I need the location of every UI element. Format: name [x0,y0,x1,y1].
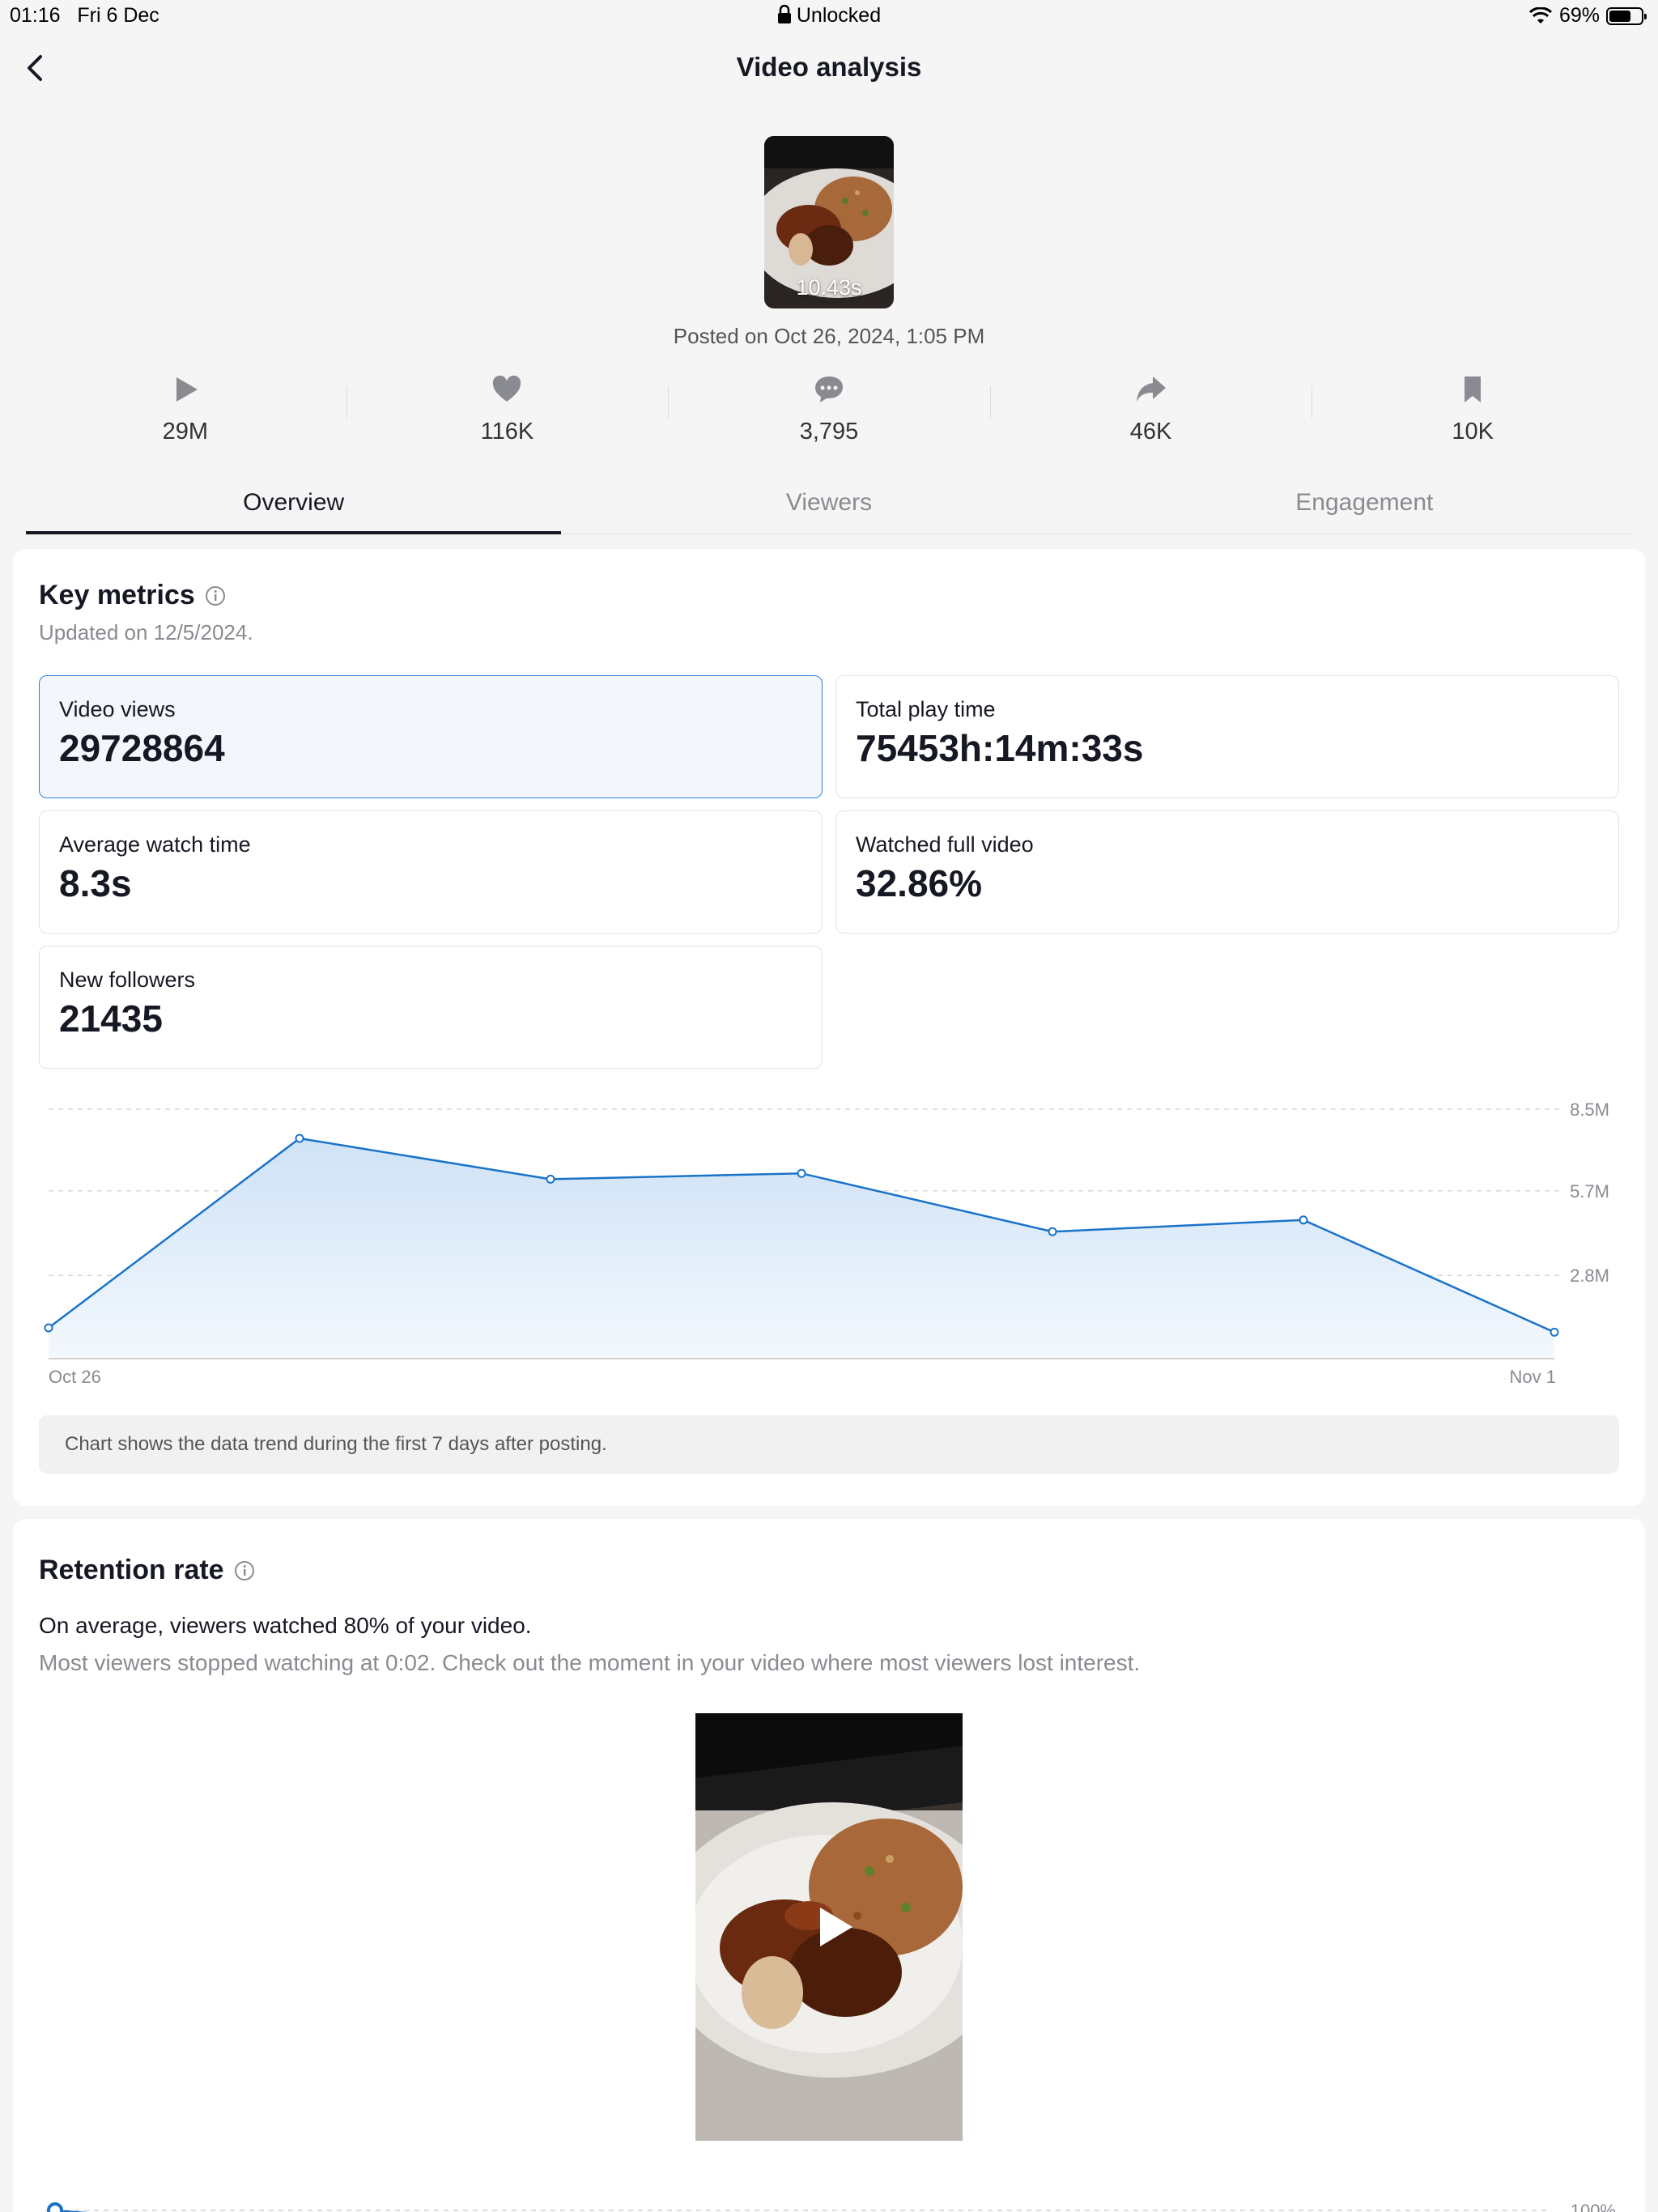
data-point[interactable] [1299,1215,1308,1225]
tab-engagement[interactable]: Engagement [1097,478,1632,534]
heart-icon [493,375,521,402]
video-thumbnail[interactable]: 10.43s [764,136,894,308]
engagement-stats: 29M 116K 3,795 46K 10K [24,368,1634,457]
stat-shares: 46K [989,368,1312,457]
retention-chart: 100% [45,2201,1616,2212]
chart-note: Chart shows the data trend during the fi… [39,1415,1619,1474]
retention-detail: Most viewers stopped watching at 0:02. C… [39,1650,1141,1675]
retention-start-point[interactable] [47,2202,63,2212]
data-point[interactable] [1048,1227,1057,1236]
x-tick-label: Nov 1 [1510,1367,1556,1387]
retention-title: Retention rate [39,1555,224,1585]
retention-heading: Retention rate [39,1555,255,1586]
retention-video-player[interactable] [695,1713,963,2141]
views-trend-chart: 2.8M 5.7M 8.5M Oct 26 Nov 1 [44,1100,1609,1387]
x-tick-label: Oct 26 [49,1367,101,1387]
lock-status: Unlocked [0,4,1658,28]
y-tick-label: 5.7M [1570,1181,1609,1202]
status-right: 69% [1528,4,1647,28]
status-bar: 01:16 Fri 6 Dec Unlocked 69% [0,0,1658,32]
stat-saves: 10K [1312,368,1634,457]
retention-y-tick: 100% [1571,2201,1616,2212]
battery-icon [1606,6,1647,25]
data-point[interactable] [44,1323,53,1333]
video-duration: 10.43s [796,275,862,300]
data-point[interactable] [546,1174,555,1184]
posted-date: Posted on Oct 26, 2024, 1:05 PM [673,324,985,348]
tab-viewers[interactable]: Viewers [561,478,1096,534]
retention-card: Retention rate On average, viewers watch… [13,1519,1645,2212]
stat-comments: 3,795 [668,368,990,457]
analysis-tabs: Overview Viewers Engagement [26,478,1632,534]
y-tick-label: 8.5M [1570,1100,1609,1120]
page-title: Video analysis [736,52,922,82]
tab-overview[interactable]: Overview [26,478,562,534]
lock-icon [777,5,791,23]
share-icon [1136,376,1166,402]
y-tick-label: 2.8M [1570,1266,1609,1286]
info-icon[interactable] [234,1560,255,1581]
comment-icon [814,376,843,402]
bookmark-icon [1465,376,1482,402]
data-point[interactable] [295,1134,304,1143]
stat-views: 29M [24,368,346,457]
key-metrics-card: Key metrics Updated on 12/5/2024. Video … [13,549,1645,1506]
stat-likes: 116K [346,368,669,457]
data-point[interactable] [1550,1327,1559,1337]
wifi-icon [1528,6,1552,23]
data-point[interactable] [797,1168,806,1178]
retention-summary: On average, viewers watched 80% of your … [39,1613,532,1638]
play-icon [176,377,198,402]
battery-percent: 69% [1558,4,1600,27]
play-icon[interactable] [809,1903,857,1951]
